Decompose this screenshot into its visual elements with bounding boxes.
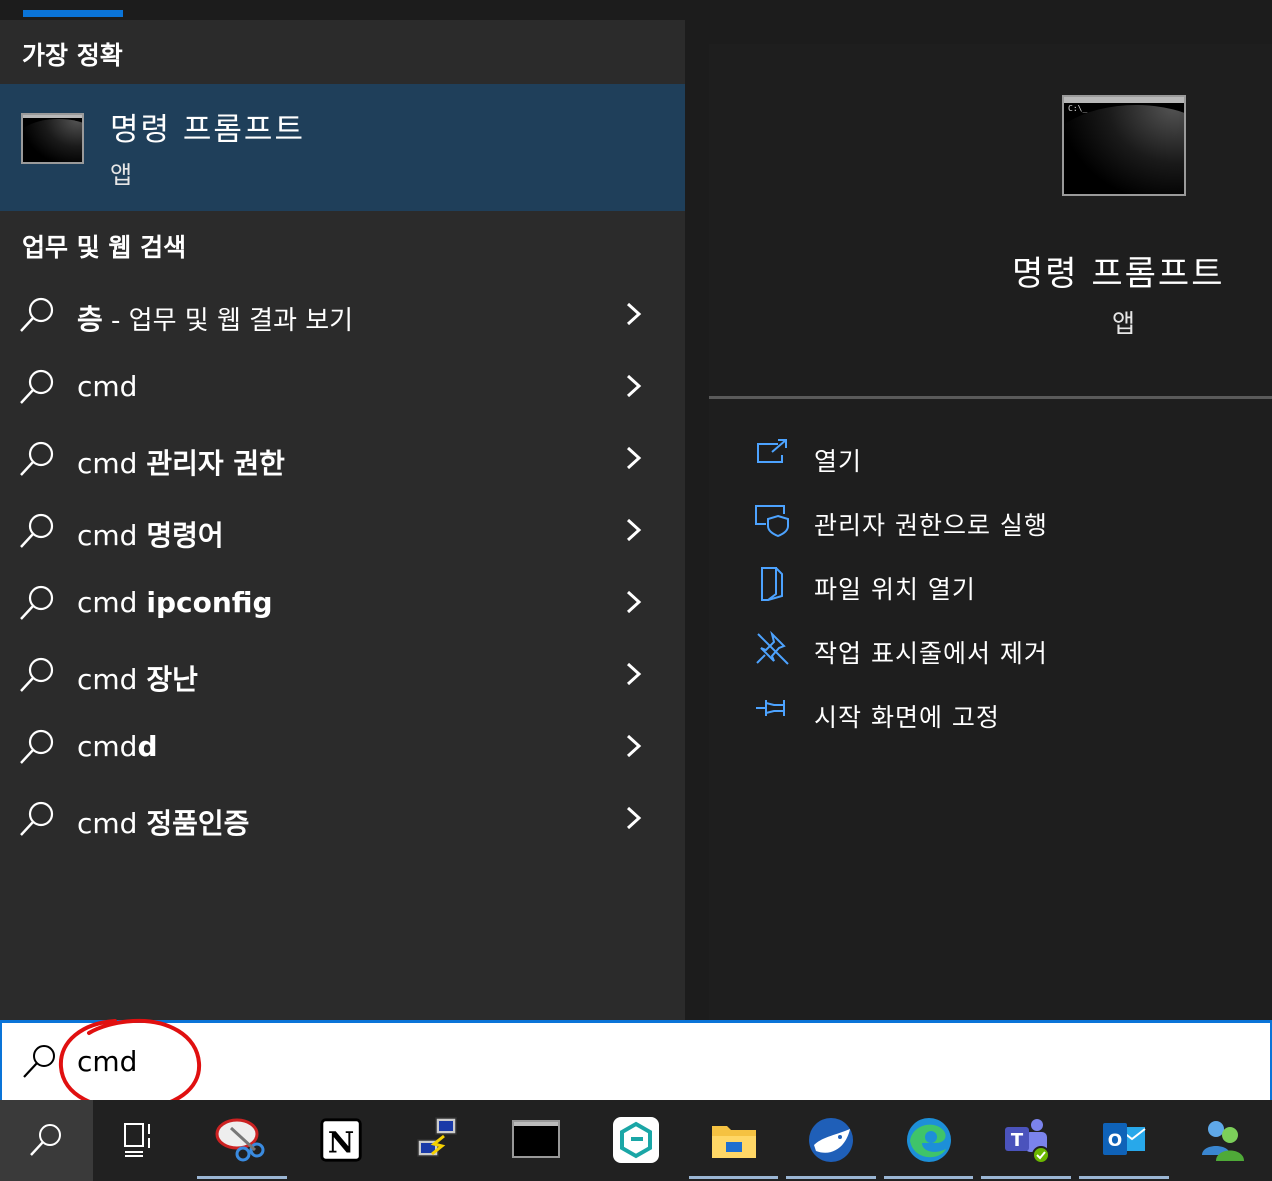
search-icon <box>23 1045 55 1078</box>
suggestion-prefix: cmd <box>77 447 147 480</box>
pin-start-label: 시작 화면에 고정 <box>814 703 1000 732</box>
search-suggestion-row[interactable]: cmd ipconfig <box>0 568 685 638</box>
suggestion-suffix: 명령어 <box>146 519 224 552</box>
taskbar-notion[interactable]: N <box>291 1100 391 1181</box>
taskbar-task-view[interactable] <box>93 1100 193 1181</box>
run-as-admin-label: 관리자 권한으로 실행 <box>814 511 1048 540</box>
chevron-right-icon <box>626 734 642 758</box>
chevron-right-icon <box>626 518 642 542</box>
search-suggestion-row[interactable]: cmdd <box>0 712 685 782</box>
unpin-taskbar-label: 작업 표시줄에서 제거 <box>814 639 1048 668</box>
web-search-heading: 업무 및 웹 검색 <box>22 233 187 262</box>
search-icon <box>20 657 54 692</box>
prompt-text: C:\_ <box>1068 104 1088 113</box>
best-match-heading: 가장 정확 <box>22 41 123 70</box>
suggestion-prefix: cmd <box>77 730 138 763</box>
suggestion-suffix: ipconfig <box>146 586 273 619</box>
divider <box>709 396 1272 399</box>
svg-text:N: N <box>328 1125 354 1159</box>
search-suggestion-row[interactable]: cmd 명령어 <box>0 496 685 566</box>
detail-app-name: 명령 프롬프트 <box>1012 254 1225 294</box>
search-icon <box>20 369 54 404</box>
chevron-right-icon <box>626 446 642 470</box>
command-prompt-icon <box>21 113 84 164</box>
unpin-taskbar-action[interactable]: 작업 표시줄에서 제거 <box>754 630 1254 680</box>
chevron-right-icon <box>626 590 642 614</box>
suggestion-suffix: d <box>137 730 158 763</box>
search-suggestion-row[interactable]: cmd <box>0 352 685 422</box>
search-suggestion-row[interactable]: cmd 장난 <box>0 640 685 710</box>
notion-icon: N <box>320 1118 362 1162</box>
taskbar-edge[interactable] <box>880 1100 977 1181</box>
taskbar-search[interactable] <box>0 1100 93 1181</box>
taskbar: N T O <box>0 1100 1272 1181</box>
best-match-result[interactable] <box>0 84 685 211</box>
suggestion-suffix: 정품인증 <box>146 807 250 840</box>
taskbar-people[interactable] <box>1173 1100 1272 1181</box>
search-input[interactable] <box>77 1041 977 1081</box>
detail-app-type: 앱 <box>1112 309 1136 338</box>
suggestion-prefix: cmd <box>77 519 147 552</box>
taskbar-teams[interactable]: T <box>977 1100 1075 1181</box>
open-file-location-action[interactable]: 파일 위치 열기 <box>754 566 1254 616</box>
search-icon <box>30 1124 61 1156</box>
best-match-app-type: 앱 <box>110 161 133 189</box>
open-icon <box>757 439 787 463</box>
people-icon <box>1202 1121 1244 1161</box>
run-as-admin-action[interactable]: 관리자 권한으로 실행 <box>754 502 1254 552</box>
taskbar-command-prompt[interactable] <box>487 1100 585 1181</box>
taskbar-outlook[interactable]: O <box>1075 1100 1173 1181</box>
search-icon <box>20 801 54 836</box>
search-icon <box>20 585 54 620</box>
suggestion-prefix: 층 <box>77 303 103 336</box>
task-view-icon <box>124 1123 150 1157</box>
pin-icon <box>756 700 785 716</box>
file-location-icon <box>761 567 783 601</box>
command-prompt-large-icon: C:\_ <box>1062 95 1186 196</box>
pin-start-action[interactable]: 시작 화면에 고정 <box>754 694 1254 744</box>
search-icon <box>20 441 54 476</box>
suggestion-suffix: - 업무 및 웹 결과 보기 <box>102 306 354 336</box>
unpin-icon <box>756 630 789 665</box>
network-icon <box>417 1117 457 1157</box>
search-suggestion-row[interactable]: 층 - 업무 및 웹 결과 보기 <box>0 280 685 350</box>
open-file-location-label: 파일 위치 열기 <box>814 575 976 604</box>
snipping-tool-icon <box>215 1118 265 1162</box>
svg-text:O: O <box>1108 1131 1122 1151</box>
all-tab-indicator[interactable] <box>23 10 123 17</box>
chevron-right-icon <box>626 374 642 398</box>
taskbar-app[interactable] <box>585 1100 685 1181</box>
suggestion-prefix: cmd <box>77 586 147 619</box>
edge-icon <box>907 1118 951 1162</box>
search-suggestion-row[interactable]: cmd 관리자 권한 <box>0 424 685 494</box>
outlook-icon: O <box>1103 1123 1146 1155</box>
search-suggestion-row[interactable]: cmd 정품인증 <box>0 784 685 854</box>
app-icon <box>613 1117 659 1163</box>
svg-text:T: T <box>1011 1130 1024 1151</box>
open-action[interactable]: 열기 <box>754 438 1254 488</box>
search-icon <box>20 297 54 332</box>
suggestion-suffix: 관리자 권한 <box>146 447 285 480</box>
chevron-right-icon <box>626 662 642 686</box>
open-label: 열기 <box>814 447 863 476</box>
taskbar-snipping-tool[interactable] <box>193 1100 291 1181</box>
suggestion-prefix: cmd <box>77 807 147 840</box>
file-explorer-icon <box>712 1126 756 1158</box>
search-icon <box>20 513 54 548</box>
taskbar-file-explorer[interactable] <box>685 1100 782 1181</box>
taskbar-whale[interactable] <box>782 1100 880 1181</box>
shield-icon <box>755 505 789 538</box>
top-bar <box>0 0 1272 20</box>
search-icon <box>20 729 54 764</box>
whale-browser-icon <box>809 1118 853 1162</box>
chevron-right-icon <box>626 806 642 830</box>
suggestion-prefix: cmd <box>77 370 138 403</box>
taskbar-network[interactable] <box>391 1100 487 1181</box>
best-match-app-name: 명령 프롬프트 <box>110 112 305 148</box>
suggestion-prefix: cmd <box>77 663 147 696</box>
chevron-right-icon <box>626 302 642 326</box>
command-prompt-icon <box>512 1120 560 1158</box>
suggestion-suffix: 장난 <box>146 663 198 696</box>
teams-icon: T <box>1005 1119 1050 1164</box>
